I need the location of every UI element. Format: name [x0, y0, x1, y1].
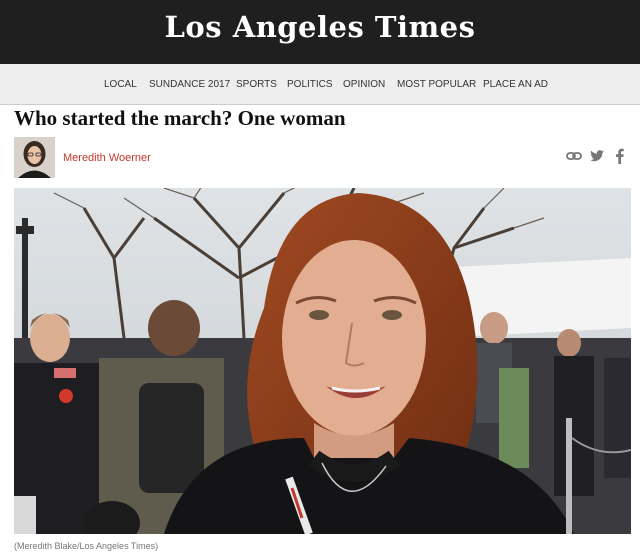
nav-sports[interactable]: SPORTS	[236, 79, 277, 90]
photo-caption: (Meredith Blake/Los Angeles Times)	[14, 541, 159, 551]
article-headline: Who started the march? One woman	[14, 106, 346, 130]
author-avatar[interactable]	[14, 137, 55, 178]
nav-most-popular[interactable]: MOST POPULAR	[397, 79, 476, 90]
nav-sundance-2017[interactable]: SUNDANCE 2017	[149, 79, 230, 90]
twitter-icon[interactable]	[589, 148, 605, 164]
nav-local[interactable]: LOCAL	[104, 79, 137, 90]
article-photo	[14, 188, 631, 534]
facebook-icon[interactable]	[612, 148, 628, 164]
link-icon[interactable]	[566, 148, 582, 164]
site-logo[interactable]: Los Angeles Times	[0, 10, 640, 44]
author-name-link[interactable]: Meredith Woerner	[63, 152, 151, 164]
masthead: Los Angeles Times	[0, 0, 640, 64]
nav-opinion[interactable]: OPINION	[343, 79, 385, 90]
nav-politics[interactable]: POLITICS	[287, 79, 333, 90]
main-nav: LOCAL SUNDANCE 2017 SPORTS POLITICS OPIN…	[0, 64, 640, 105]
nav-place-an-ad[interactable]: PLACE AN AD	[483, 79, 548, 90]
